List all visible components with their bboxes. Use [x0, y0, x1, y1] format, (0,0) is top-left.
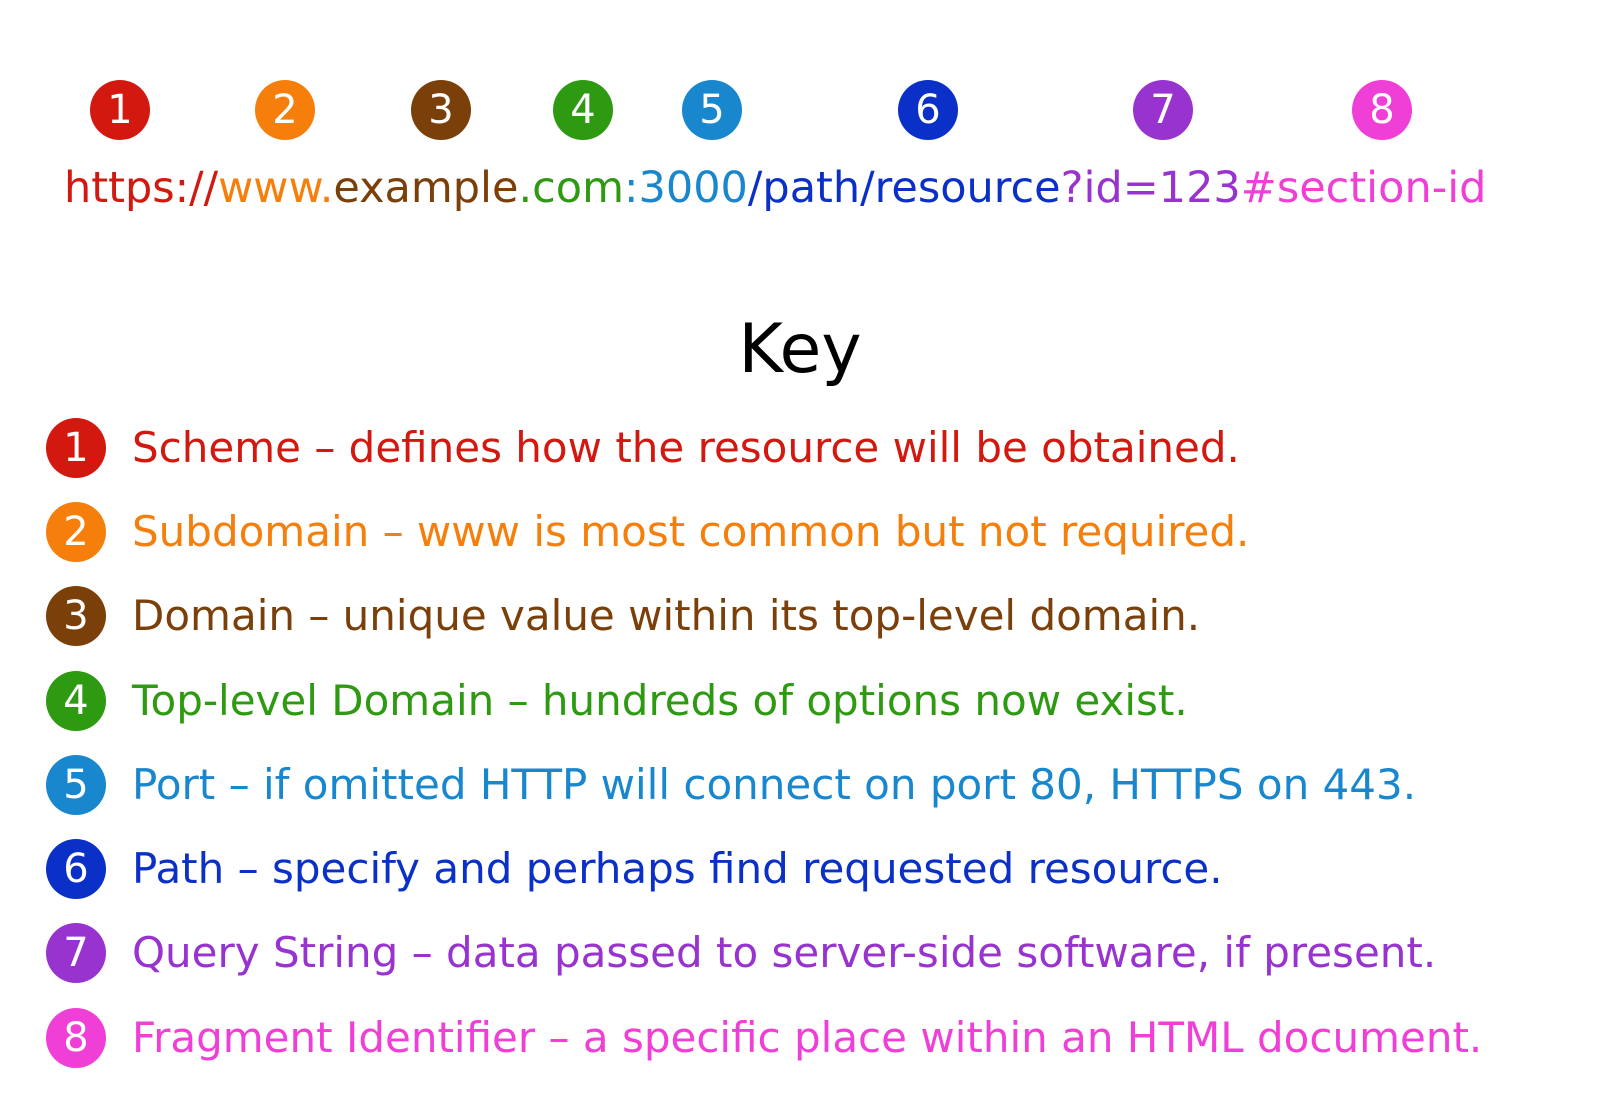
- example-url: https://www.example.com:3000/path/resour…: [64, 158, 1486, 218]
- marker-badge-4: 4: [553, 80, 613, 140]
- url-domain: example: [333, 163, 519, 213]
- marker-badge-7: 7: [1133, 80, 1193, 140]
- marker-badge-2: 2: [255, 80, 315, 140]
- url-scheme: https://: [64, 163, 219, 213]
- key-badge-2: 2: [46, 502, 106, 562]
- key-badge-6: 6: [46, 839, 106, 899]
- url-fragment: #section-id: [1240, 163, 1487, 213]
- key-badge-8: 8: [46, 1008, 106, 1068]
- key-description: Path – specify and perhaps find requeste…: [132, 844, 1223, 893]
- key-description: Domain – unique value within its top-lev…: [132, 591, 1201, 640]
- marker-badge-5: 5: [682, 80, 742, 140]
- key-badge-1: 1: [46, 418, 106, 478]
- key-description: Port – if omitted HTTP will connect on p…: [132, 760, 1417, 809]
- key-description: Subdomain – www is most common but not r…: [132, 507, 1250, 556]
- key-description: Fragment Identifier – a specific place w…: [132, 1013, 1483, 1062]
- marker-badge-3: 3: [411, 80, 471, 140]
- marker-badge-1: 1: [90, 80, 150, 140]
- marker-badge-6: 6: [898, 80, 958, 140]
- key-description: Top-level Domain – hundreds of options n…: [132, 676, 1188, 725]
- url-port: :3000: [623, 163, 748, 213]
- key-description: Scheme – defines how the resource will b…: [132, 423, 1240, 472]
- key-badge-3: 3: [46, 586, 106, 646]
- url-subdomain: www.: [218, 163, 334, 213]
- key-badge-5: 5: [46, 755, 106, 815]
- key-heading: Key: [738, 310, 862, 389]
- url-tld: .com: [518, 163, 624, 213]
- key-badge-7: 7: [46, 923, 106, 983]
- url-query: ?id=123: [1060, 163, 1241, 213]
- marker-badge-8: 8: [1352, 80, 1412, 140]
- key-description: Query String – data passed to server-sid…: [132, 928, 1437, 977]
- url-path: /path/resource: [747, 163, 1061, 213]
- key-badge-4: 4: [46, 671, 106, 731]
